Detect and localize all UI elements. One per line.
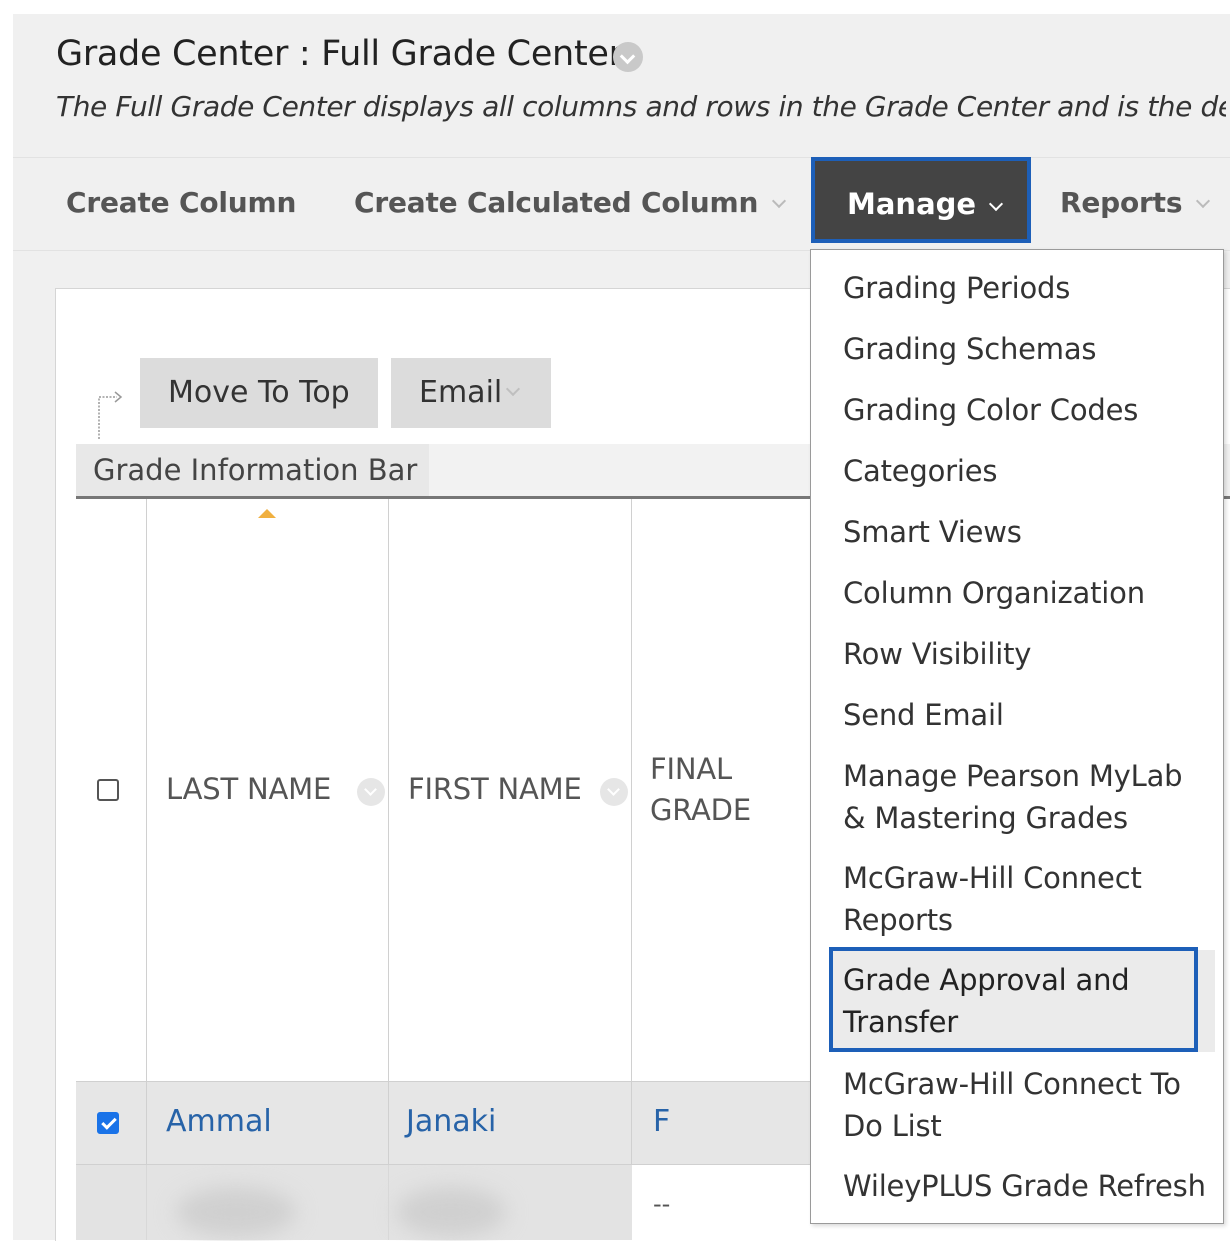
chevron-down-icon — [1196, 193, 1211, 209]
menu-item-manage-pearson-mylab[interactable]: Manage Pearson MyLab & Mastering Grades — [843, 755, 1213, 839]
highlight-frame — [829, 947, 1198, 1052]
menu-item-wileyplus-grade-refresh[interactable]: WileyPLUS Grade Refresh — [843, 1165, 1213, 1207]
sort-up-icon[interactable] — [258, 509, 276, 518]
page-title: Grade Center : Full Grade Center — [56, 34, 623, 74]
menu-item-mcgraw-hill-connect-to-do-list[interactable]: McGraw-Hill Connect To Do List — [843, 1063, 1213, 1147]
move-to-top-label: Move To Top — [168, 375, 350, 410]
cell-final-grade: -- — [653, 1190, 671, 1218]
reports-label: Reports — [1060, 186, 1183, 219]
email-button[interactable]: Email — [391, 358, 551, 428]
column-header-last-name[interactable]: LAST NAME — [166, 772, 331, 806]
select-all-checkbox[interactable] — [97, 779, 119, 801]
create-column-label: Create Column — [66, 186, 297, 219]
chevron-down-icon — [988, 196, 1004, 212]
manage-button[interactable]: Manage — [811, 157, 1031, 243]
menu-item-categories[interactable]: Categories — [843, 450, 1213, 492]
create-column-button[interactable]: Create Column — [66, 186, 296, 219]
column-header-first-name[interactable]: FIRST NAME — [408, 772, 582, 806]
column-divider — [146, 1165, 147, 1240]
create-calculated-column-label: Create Calculated Column — [354, 186, 759, 219]
menu-item-grading-periods[interactable]: Grading Periods — [843, 267, 1213, 309]
action-bar: Create Column Create Calculated Column R… — [13, 157, 1230, 251]
cell-last-name[interactable]: Ammal — [166, 1104, 272, 1139]
table-row-blurred — [76, 1165, 632, 1240]
email-label: Email — [419, 375, 503, 410]
column-divider — [388, 1165, 389, 1240]
blurred-name — [176, 1187, 296, 1237]
blurred-name — [396, 1187, 506, 1237]
menu-item-column-organization[interactable]: Column Organization — [843, 572, 1213, 614]
menu-item-grading-color-codes[interactable]: Grading Color Codes — [843, 389, 1213, 431]
row-checkbox[interactable] — [97, 1112, 119, 1134]
chevron-down-icon — [506, 381, 521, 397]
cell-first-name[interactable]: Janaki — [406, 1104, 496, 1139]
column-header-final-grade-line1[interactable]: FINAL — [650, 752, 732, 786]
menu-item-smart-views[interactable]: Smart Views — [843, 511, 1213, 553]
chevron-down-icon — [772, 193, 787, 209]
page-description: The Full Grade Center displays all colum… — [56, 90, 1226, 123]
menu-item-mcgraw-hill-connect-reports[interactable]: McGraw-Hill Connect Reports — [843, 857, 1213, 941]
manage-dropdown-menu: Grading Periods Grading Schemas Grading … — [810, 249, 1224, 1224]
column-menu-chevron-icon[interactable] — [600, 778, 628, 806]
create-calculated-column-button[interactable]: Create Calculated Column — [354, 186, 787, 219]
column-menu-chevron-icon[interactable] — [357, 778, 385, 806]
cell-final-grade[interactable]: F — [653, 1104, 670, 1139]
reports-button[interactable]: Reports — [1060, 186, 1211, 219]
menu-item-row-visibility[interactable]: Row Visibility — [843, 633, 1213, 675]
manage-label: Manage — [847, 187, 977, 221]
row-divider — [76, 1081, 811, 1082]
menu-item-grading-schemas[interactable]: Grading Schemas — [843, 328, 1213, 370]
chevron-down-circle-icon[interactable] — [613, 42, 643, 72]
grade-information-bar-label: Grade Information Bar — [76, 444, 429, 496]
corner-arrow-icon — [98, 391, 123, 439]
move-to-top-button[interactable]: Move To Top — [140, 358, 378, 428]
menu-item-send-email[interactable]: Send Email — [843, 694, 1213, 736]
column-header-final-grade-line2[interactable]: GRADE — [650, 793, 751, 827]
